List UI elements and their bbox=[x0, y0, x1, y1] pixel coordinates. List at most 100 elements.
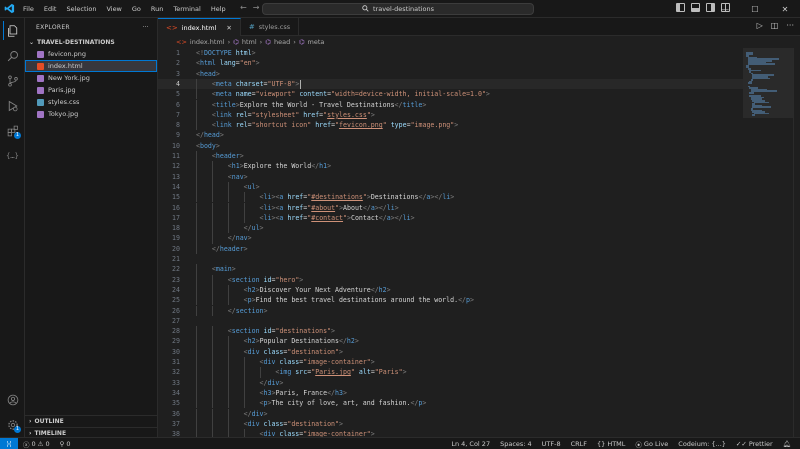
close-tab-icon[interactable]: ✕ bbox=[226, 24, 231, 32]
notifications-icon[interactable]: 🔔︎ bbox=[778, 440, 796, 448]
menu-file[interactable]: File bbox=[18, 0, 39, 18]
toggle-panel-icon[interactable] bbox=[691, 3, 700, 12]
workspace-folder[interactable]: ⌄ TRAVEL-DESTINATIONS bbox=[25, 36, 157, 48]
explorer-icon[interactable] bbox=[3, 21, 22, 40]
code-line[interactable]: 10 <body> bbox=[158, 141, 743, 151]
code-line[interactable]: 20 </header> bbox=[158, 243, 743, 254]
file-item[interactable]: Paris.jpg bbox=[25, 84, 157, 96]
code-line[interactable]: 5 <meta name="viewport" content="width=d… bbox=[158, 89, 743, 100]
code-line[interactable]: 9 </head> bbox=[158, 130, 743, 140]
code-line[interactable]: 30 <div class="destination"> bbox=[158, 346, 743, 357]
extensions-icon[interactable]: 1 bbox=[3, 121, 22, 140]
more-actions-icon[interactable]: ··· bbox=[786, 21, 794, 30]
ports-indicator[interactable]: ⚲ 0 bbox=[55, 440, 76, 448]
code-line[interactable]: 28 <section id="destinations"> bbox=[158, 326, 743, 337]
code-line[interactable]: 12 <h1>Explore the World</h1> bbox=[158, 161, 743, 172]
menu-run[interactable]: Run bbox=[146, 0, 168, 18]
end-of-line[interactable]: CRLF bbox=[566, 440, 592, 448]
remote-indicator-icon[interactable]: ⟩⟨ bbox=[0, 437, 18, 449]
source-control-icon[interactable] bbox=[3, 71, 22, 90]
code-line[interactable]: 27 bbox=[158, 316, 743, 326]
prettier-status[interactable]: ✓✓ Prettier bbox=[731, 440, 778, 448]
code-line[interactable]: 32 <img src="Paris.jpg" alt="Paris"> bbox=[158, 367, 743, 378]
code-line[interactable]: 38 <div class="image-container"> bbox=[158, 429, 743, 437]
menu-go[interactable]: Go bbox=[127, 0, 146, 18]
maximize-button[interactable]: ☐ bbox=[740, 0, 770, 18]
breadcrumb-item-file[interactable]: index.html bbox=[190, 38, 225, 46]
menu-view[interactable]: View bbox=[101, 0, 126, 18]
toggle-primary-sidebar-icon[interactable] bbox=[676, 3, 685, 12]
code-editor[interactable]: 1 <!DOCTYPE html> 2 <html lang="en"> 3 <head>… bbox=[158, 48, 743, 437]
command-center-search[interactable]: travel-destinations bbox=[262, 3, 534, 15]
tab-index-html[interactable]: <> index.html ✕ bbox=[158, 18, 241, 36]
forward-arrow-icon[interactable]: → bbox=[253, 3, 260, 12]
menu-terminal[interactable]: Terminal bbox=[168, 0, 205, 18]
back-arrow-icon[interactable]: ← bbox=[240, 3, 247, 12]
code-line[interactable]: 14 <ul> bbox=[158, 181, 743, 193]
menu-help[interactable]: Help bbox=[206, 0, 231, 18]
code-line[interactable]: 2 <html lang="en"> bbox=[158, 58, 743, 68]
indentation[interactable]: Spaces: 4 bbox=[495, 440, 537, 448]
minimap[interactable] bbox=[743, 48, 793, 437]
breadcrumb-item-meta[interactable]: meta bbox=[308, 38, 325, 46]
code-line[interactable]: 16 <li><a href="#about">About</a></li> bbox=[158, 202, 743, 213]
code-line[interactable]: 3 <head> bbox=[158, 69, 743, 79]
cursor-position[interactable]: Ln 4, Col 27 bbox=[446, 440, 495, 448]
problems-indicator[interactable]: ⓧ 0 ⚠ 0 bbox=[18, 439, 55, 449]
code-line[interactable]: 34 <h3>Paris, France</h3> bbox=[158, 387, 743, 399]
code-line[interactable]: 7 <link rel="stylesheet" href="styles.cs… bbox=[158, 109, 743, 121]
split-editor-icon[interactable]: ◫ bbox=[771, 21, 779, 30]
minimize-button[interactable]: — bbox=[710, 0, 740, 18]
manage-gear-icon[interactable]: 1 bbox=[3, 415, 22, 434]
code-line[interactable]: 17 <li><a href="#contact">Contact</a></l… bbox=[158, 212, 743, 224]
breadcrumb-item-head[interactable]: head bbox=[274, 38, 290, 46]
code-line[interactable]: 4 <meta charset="UTF-8"> bbox=[158, 78, 743, 90]
code-line[interactable]: 33 </div> bbox=[158, 377, 743, 388]
code-line[interactable]: 23 <section id="hero"> bbox=[158, 274, 743, 285]
go-live-button[interactable]: ⦿ Go Live bbox=[630, 439, 673, 449]
outline-section[interactable]: › OUTLINE bbox=[25, 415, 158, 427]
code-text: <nav> bbox=[196, 172, 248, 182]
code-text: <link rel="stylesheet" href="styles.css"… bbox=[196, 110, 375, 120]
breadcrumb-item-html[interactable]: html bbox=[242, 38, 257, 46]
code-line[interactable]: 11 <header> bbox=[158, 151, 743, 162]
ports-count: 0 bbox=[66, 439, 71, 448]
json-outline-icon[interactable]: {…} bbox=[3, 146, 22, 165]
code-line[interactable]: 22 <main> bbox=[158, 264, 743, 275]
code-line[interactable]: 18 </ul> bbox=[158, 223, 743, 234]
menu-selection[interactable]: Selection bbox=[61, 0, 101, 18]
code-line[interactable]: 25 <p>Find the best travel destinations … bbox=[158, 295, 743, 306]
code-line[interactable]: 21 bbox=[158, 254, 743, 264]
code-line[interactable]: 24 <h2>Discover Your Next Adventure</h2> bbox=[158, 284, 743, 296]
code-line[interactable]: 29 <h2>Popular Destinations</h2> bbox=[158, 336, 743, 347]
close-button[interactable]: ✕ bbox=[770, 0, 800, 18]
code-line[interactable]: 37 <div class="destination"> bbox=[158, 418, 743, 430]
explorer-more-actions-icon[interactable]: ··· bbox=[142, 24, 149, 31]
encoding[interactable]: UTF-8 bbox=[537, 440, 566, 448]
code-line[interactable]: 8 <link rel="shortcut icon" href="fevico… bbox=[158, 120, 743, 131]
file-item[interactable]: New York.jpg bbox=[25, 72, 157, 84]
code-line[interactable]: 35 <p>The city of love, art, and fashion… bbox=[158, 398, 743, 409]
account-icon[interactable] bbox=[3, 390, 22, 409]
menu-edit[interactable]: Edit bbox=[39, 0, 62, 18]
run-debug-icon[interactable] bbox=[3, 96, 22, 115]
code-line[interactable]: 13 <nav> bbox=[158, 171, 743, 182]
language-mode[interactable]: {} HTML bbox=[592, 440, 630, 448]
code-line[interactable]: 31 <div class="image-container"> bbox=[158, 357, 743, 368]
search-icon[interactable] bbox=[3, 46, 22, 65]
code-line[interactable]: 1 <!DOCTYPE html> bbox=[158, 48, 743, 58]
code-line[interactable]: 15 <li><a href="#destinations">Destinati… bbox=[158, 192, 743, 203]
vertical-scrollbar[interactable] bbox=[793, 48, 800, 437]
file-item[interactable]: index.html bbox=[25, 60, 157, 72]
codeium-status[interactable]: Codeium: {...} bbox=[673, 440, 731, 448]
file-item[interactable]: fevicon.png bbox=[25, 48, 157, 60]
code-line[interactable]: 36 </div> bbox=[158, 408, 743, 419]
file-item[interactable]: styles.css bbox=[25, 96, 157, 108]
code-line[interactable]: 6 <title>Explore the World - Travel Dest… bbox=[158, 99, 743, 110]
code-line[interactable]: 19 </nav> bbox=[158, 233, 743, 244]
code-line[interactable]: 26 </section> bbox=[158, 305, 743, 316]
file-item[interactable]: Tokyo.jpg bbox=[25, 108, 157, 120]
tab-styles-css[interactable]: # styles.css bbox=[241, 18, 300, 36]
run-file-icon[interactable]: ▷ bbox=[757, 21, 763, 30]
